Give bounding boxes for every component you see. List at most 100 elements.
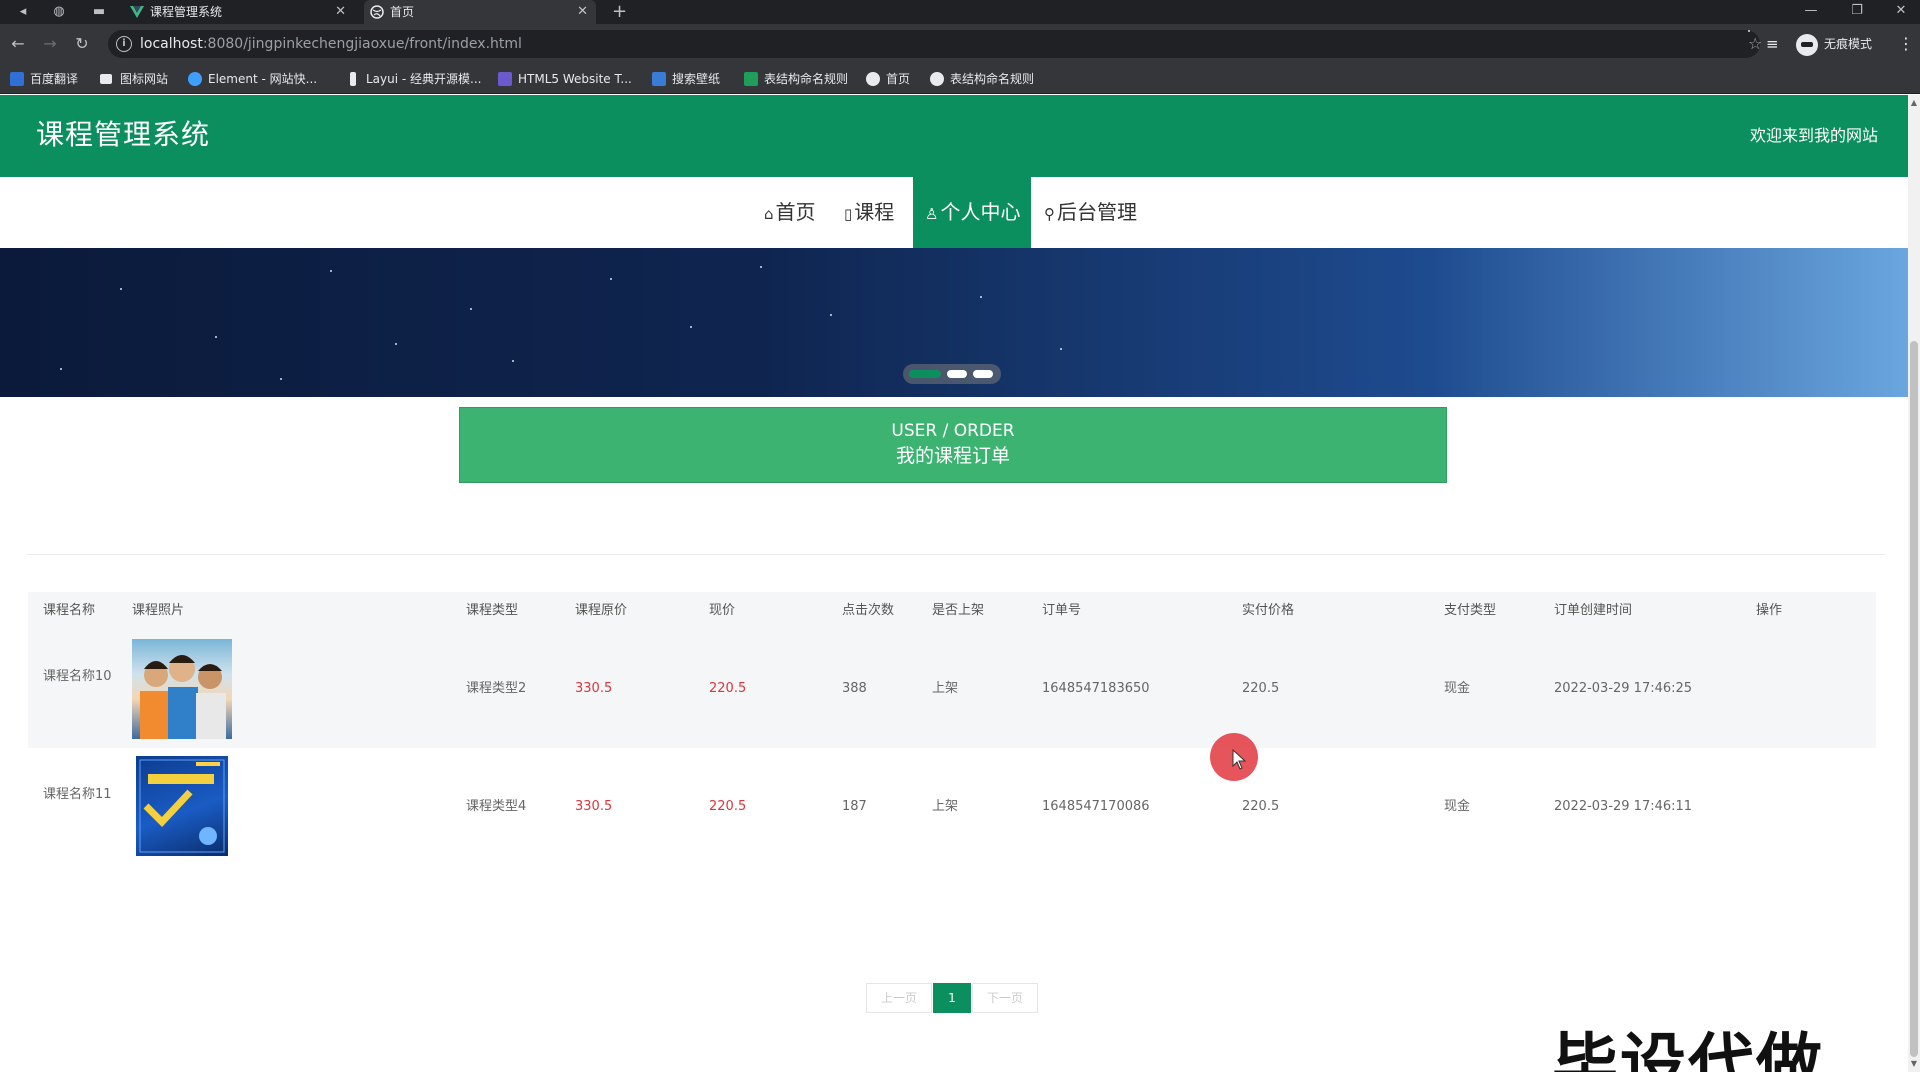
- table-row[interactable]: 课程名称11 课程类型4 330.5 220.5 187 上架 16485471…: [28, 748, 1876, 866]
- nav-item-home[interactable]: ⌂ 首页: [756, 177, 824, 248]
- restore-icon[interactable]: ❐: [1836, 0, 1878, 24]
- link-icon: ⚲: [1044, 205, 1055, 223]
- scroll-down-icon[interactable]: ▼: [1908, 1058, 1920, 1070]
- translate-icon: [10, 72, 24, 86]
- html5-icon: [498, 72, 512, 86]
- bookmark-layui[interactable]: Layui - 经典开源模...: [346, 64, 481, 94]
- globe-icon: [370, 5, 384, 19]
- scroll-thumb[interactable]: [1910, 341, 1918, 1057]
- scroll-up-icon[interactable]: ▲: [1908, 97, 1920, 109]
- bookmark-table-naming[interactable]: 表结构命名规则: [744, 64, 848, 94]
- cell-course-name: 课程名称11: [43, 787, 112, 802]
- bookmark-baidu-translate[interactable]: 百度翻译: [10, 64, 78, 94]
- browser-tab-strip: ◂ ◍ ▬ 课程管理系统 ✕ 首页 ✕ + — ❐ ✕: [0, 0, 1920, 24]
- element-logo-icon: [188, 72, 202, 86]
- cell-created: 2022-03-29 17:46:11: [1554, 799, 1693, 814]
- tab-title: 课程管理系统: [150, 5, 223, 19]
- table-header: 课程名称 课程照片 课程类型 课程原价 现价 点击次数 是否上架 订单号 实付价…: [28, 592, 1876, 630]
- header-course-photo: 课程照片: [132, 603, 185, 618]
- cell-created: 2022-03-29 17:46:25: [1554, 681, 1693, 696]
- bookmark-element[interactable]: Element - 网站快...: [188, 64, 317, 94]
- cell-course-type: 课程类型2: [466, 681, 527, 696]
- cell-order-no: 1648547183650: [1042, 681, 1150, 696]
- incognito-profile[interactable]: 无痕模式: [1796, 32, 1872, 56]
- tab-search-icon[interactable]: ▬: [90, 3, 108, 21]
- carousel-dot[interactable]: [947, 370, 967, 378]
- bookmark-home[interactable]: 首页: [866, 64, 910, 94]
- banner-carousel: [0, 248, 1908, 397]
- cell-course-type: 课程类型4: [466, 799, 527, 814]
- wallpaper-icon: [652, 72, 666, 86]
- tab-audio-icon[interactable]: ◂: [14, 3, 32, 21]
- cell-listed: 上架: [932, 799, 959, 814]
- close-icon[interactable]: ✕: [577, 0, 588, 24]
- tab-globe-icon[interactable]: ◍: [50, 3, 68, 21]
- layui-logo-icon: [350, 72, 356, 86]
- nav-item-courses[interactable]: ▯ 课程: [836, 177, 902, 248]
- cell-listed: 上架: [932, 681, 959, 696]
- bookmark-table-naming-2[interactable]: 表结构命名规则: [930, 64, 1034, 94]
- globe-icon: [930, 72, 944, 86]
- bookmark-star-icon[interactable]: ☆: [1748, 30, 1762, 53]
- header-created: 订单创建时间: [1554, 603, 1633, 618]
- course-photo[interactable]: [136, 756, 228, 856]
- order-section-title: USER / ORDER 我的课程订单: [459, 407, 1447, 483]
- cell-price: 220.5: [709, 681, 747, 696]
- cell-pay-type: 现金: [1444, 681, 1471, 696]
- bookmark-html5[interactable]: HTML5 Website T...: [498, 64, 632, 94]
- nav-item-personal-center[interactable]: ♙ 个人中心: [913, 177, 1031, 248]
- watermark-text: 毕设代做: [1552, 1026, 1824, 1072]
- carousel-dot[interactable]: [973, 370, 993, 378]
- cell-clicks: 388: [842, 681, 867, 696]
- header-pay-type: 支付类型: [1444, 603, 1497, 618]
- header-original-price: 课程原价: [575, 603, 628, 618]
- close-icon[interactable]: ✕: [335, 0, 346, 24]
- prev-page-button[interactable]: 上一页: [866, 983, 932, 1013]
- bookmark-icon-site[interactable]: 图标网站: [100, 64, 168, 94]
- header-clicks: 点击次数: [842, 603, 895, 618]
- back-icon[interactable]: ←: [8, 34, 28, 54]
- url-input[interactable]: i localhost:8080/jingpinkechengjiaoxue/f…: [108, 30, 1762, 58]
- window-close-icon[interactable]: ✕: [1880, 0, 1920, 24]
- page-1-button[interactable]: 1: [933, 983, 971, 1013]
- header-price: 现价: [709, 603, 736, 618]
- cell-order-no: 1648547170086: [1042, 799, 1150, 814]
- children-photo-icon: [140, 655, 226, 739]
- cell-paid: 220.5: [1242, 799, 1280, 814]
- table-row[interactable]: 课程名称10 课程类型2 330.5 220.5 388 上架 16485471…: [28, 630, 1876, 748]
- reading-list-icon[interactable]: ≡: [1766, 32, 1779, 56]
- incognito-icon: [1796, 33, 1818, 56]
- bookmarks-bar: 百度翻译 图标网站 Element - 网站快... Layui - 经典开源模…: [0, 64, 1920, 94]
- browser-tab-home[interactable]: 首页 ✕: [364, 0, 596, 24]
- new-tab-icon[interactable]: +: [612, 0, 627, 24]
- cell-original-price: 330.5: [575, 681, 613, 696]
- header-listed: 是否上架: [932, 603, 985, 618]
- carousel-indicators: [903, 364, 1001, 384]
- vue-logo-icon: [130, 6, 144, 18]
- order-title-en: USER / ORDER: [891, 421, 1015, 441]
- flag-icon: [100, 74, 112, 84]
- page-scrollbar[interactable]: ▲ ▼: [1908, 95, 1920, 1072]
- bookmark-wallpaper[interactable]: 搜索壁纸: [652, 64, 720, 94]
- course-photo[interactable]: [132, 639, 232, 739]
- header-order-no: 订单号: [1042, 603, 1082, 618]
- browser-tab-course-system[interactable]: 课程管理系统 ✕: [124, 0, 354, 24]
- site-header: 课程管理系统 欢迎来到我的网站: [0, 95, 1908, 177]
- forward-icon[interactable]: →: [40, 34, 60, 54]
- user-icon: ♙: [925, 205, 939, 223]
- cell-clicks: 187: [842, 799, 867, 814]
- sheet-icon: [744, 72, 758, 86]
- cell-course-name: 课程名称10: [43, 669, 112, 684]
- nav-item-admin[interactable]: ⚲ 后台管理: [1036, 177, 1145, 248]
- page-viewport: 课程管理系统 欢迎来到我的网站 ⌂首页 ▯课程 ♙个人中心 ⚲后台管理: [0, 95, 1920, 1072]
- browser-menu-icon[interactable]: ⋮: [1898, 32, 1914, 56]
- globe-icon: [866, 72, 880, 86]
- next-page-button[interactable]: 下一页: [972, 983, 1038, 1013]
- reload-icon[interactable]: ↻: [72, 34, 92, 54]
- section-divider: [27, 554, 1885, 555]
- minimize-icon[interactable]: —: [1790, 0, 1832, 24]
- main-navigation: ⌂ 首页 ▯ 课程 ♙ 个人中心 ⚲ 后台管理: [0, 177, 1908, 248]
- home-icon: ⌂: [764, 205, 774, 223]
- carousel-dot[interactable]: [909, 370, 941, 378]
- info-icon[interactable]: i: [116, 36, 132, 52]
